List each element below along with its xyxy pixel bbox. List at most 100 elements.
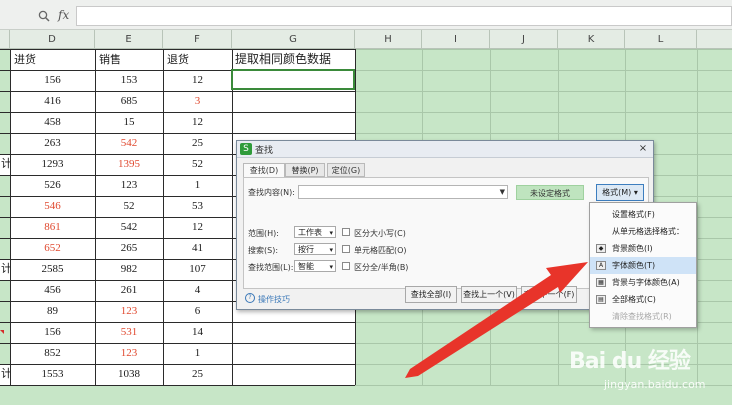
- table-cell-purchase[interactable]: 458: [10, 112, 95, 133]
- table-cell-returns[interactable]: 3: [163, 91, 232, 112]
- table-cell-purchase[interactable]: 89: [10, 301, 95, 322]
- table-cell-returns[interactable]: 12: [163, 70, 232, 91]
- header-cell-extract[interactable]: 提取相同颜色数据: [232, 49, 355, 70]
- table-cell-sales[interactable]: 1395: [95, 154, 163, 175]
- menu-item[interactable]: A 字体颜色(T): [590, 257, 696, 274]
- table-cell-purchase[interactable]: 2585: [10, 259, 95, 280]
- table-cell-sales[interactable]: 542: [95, 133, 163, 154]
- match-cell-checkbox[interactable]: [342, 245, 350, 253]
- table-cell-sales[interactable]: 261: [95, 280, 163, 301]
- formula-input[interactable]: [76, 6, 732, 26]
- table-cell-sales[interactable]: 531: [95, 322, 163, 343]
- table-cell-purchase[interactable]: 156: [10, 70, 95, 91]
- find-all-button[interactable]: 查找全部(I): [405, 286, 457, 303]
- table-cell-returns[interactable]: 41: [163, 238, 232, 259]
- table-cell-sales[interactable]: 685: [95, 91, 163, 112]
- column-header-h[interactable]: H: [355, 30, 422, 49]
- lookin-select[interactable]: 智能 ▾: [294, 260, 336, 272]
- table-cell-returns[interactable]: 1: [163, 343, 232, 364]
- column-header-j[interactable]: J: [490, 30, 558, 49]
- table-cell-returns[interactable]: 53: [163, 196, 232, 217]
- table-cell-returns[interactable]: 52: [163, 154, 232, 175]
- table-cell-returns[interactable]: 12: [163, 217, 232, 238]
- table-cell-returns[interactable]: 6: [163, 301, 232, 322]
- table-cell-sales[interactable]: 542: [95, 217, 163, 238]
- row-label-fragment[interactable]: 计: [0, 364, 12, 385]
- column-header-fragment[interactable]: [0, 30, 10, 49]
- table-cell-extract[interactable]: [232, 364, 355, 385]
- search-select[interactable]: 按行 ▾: [294, 243, 336, 255]
- table-border-line: [0, 385, 355, 386]
- chevron-down-icon: ▾: [329, 263, 333, 271]
- chevron-down-icon[interactable]: ▼: [500, 188, 505, 196]
- table-cell-returns[interactable]: 4: [163, 280, 232, 301]
- table-cell-sales[interactable]: 982: [95, 259, 163, 280]
- table-cell-returns[interactable]: 107: [163, 259, 232, 280]
- table-cell-returns[interactable]: 25: [163, 133, 232, 154]
- header-cell-sales[interactable]: 销售: [95, 49, 163, 70]
- tab-replace[interactable]: 替换(P): [285, 163, 325, 177]
- table-cell-returns[interactable]: 25: [163, 364, 232, 385]
- wps-logo-icon: S: [240, 143, 252, 155]
- table-cell-returns[interactable]: 12: [163, 112, 232, 133]
- tab-find[interactable]: 查找(D): [243, 163, 285, 178]
- find-input[interactable]: ▼: [298, 185, 508, 199]
- dialog-titlebar[interactable]: S 查找 ×: [237, 141, 653, 158]
- table-cell-purchase[interactable]: 1553: [10, 364, 95, 385]
- tab-goto[interactable]: 定位(G): [327, 163, 365, 177]
- selected-cell-g2[interactable]: [231, 69, 355, 90]
- table-cell-purchase[interactable]: 526: [10, 175, 95, 196]
- find-prev-button[interactable]: 查找上一个(V): [461, 286, 517, 303]
- column-header-g[interactable]: G: [232, 30, 355, 49]
- header-cell-purchase[interactable]: 进货: [10, 49, 95, 70]
- table-cell-extract[interactable]: [232, 343, 355, 364]
- menu-item[interactable]: 设置格式(F): [590, 206, 696, 223]
- column-header-f[interactable]: F: [163, 30, 232, 49]
- table-cell-purchase[interactable]: 456: [10, 280, 95, 301]
- table-cell-purchase[interactable]: 156: [10, 322, 95, 343]
- menu-item[interactable]: ▤ 全部格式(C): [590, 291, 696, 308]
- table-cell-purchase[interactable]: 1293: [10, 154, 95, 175]
- table-cell-sales[interactable]: 123: [95, 343, 163, 364]
- table-cell-sales[interactable]: 123: [95, 301, 163, 322]
- fx-icon[interactable]: fx: [58, 8, 69, 22]
- zoom-icon[interactable]: [38, 10, 50, 22]
- format-button[interactable]: 格式(M) ▾: [596, 184, 644, 201]
- table-cell-returns[interactable]: 1: [163, 175, 232, 196]
- table-cell-purchase[interactable]: 416: [10, 91, 95, 112]
- row-label-fragment[interactable]: 计: [0, 154, 12, 175]
- tips-link[interactable]: 操作技巧: [258, 294, 290, 305]
- table-cell-returns[interactable]: 14: [163, 322, 232, 343]
- table-cell-sales[interactable]: 265: [95, 238, 163, 259]
- column-header-i[interactable]: I: [422, 30, 490, 49]
- header-cell-returns[interactable]: 退货: [163, 49, 232, 70]
- menu-item[interactable]: ▦ 背景与字体颜色(A): [590, 274, 696, 291]
- find-next-button[interactable]: 查找下一个(F): [521, 286, 577, 303]
- close-icon[interactable]: ×: [637, 143, 649, 155]
- table-cell-purchase[interactable]: 263: [10, 133, 95, 154]
- table-cell-sales[interactable]: 15: [95, 112, 163, 133]
- dialog-title: 查找: [255, 146, 274, 156]
- menu-item[interactable]: ◆ 背景颜色(I): [590, 240, 696, 257]
- column-header-e[interactable]: E: [95, 30, 163, 49]
- column-header-k[interactable]: K: [558, 30, 625, 49]
- table-cell-sales[interactable]: 52: [95, 196, 163, 217]
- column-header-l[interactable]: L: [625, 30, 697, 49]
- row-label-fragment[interactable]: 计: [0, 259, 12, 280]
- table-cell-extract[interactable]: [232, 322, 355, 343]
- table-cell-sales[interactable]: 1038: [95, 364, 163, 385]
- match-width-checkbox[interactable]: [342, 262, 350, 270]
- column-header-d[interactable]: D: [10, 30, 95, 49]
- table-cell-purchase[interactable]: 652: [10, 238, 95, 259]
- help-icon[interactable]: ?: [245, 293, 255, 303]
- scope-select[interactable]: 工作表 ▾: [294, 226, 336, 238]
- table-cell-sales[interactable]: 123: [95, 175, 163, 196]
- table-cell-extract[interactable]: [232, 112, 355, 133]
- table-cell-purchase[interactable]: 861: [10, 217, 95, 238]
- table-cell-purchase[interactable]: 546: [10, 196, 95, 217]
- table-border-line: [163, 49, 164, 385]
- table-cell-sales[interactable]: 153: [95, 70, 163, 91]
- table-cell-extract[interactable]: [232, 91, 355, 112]
- table-cell-purchase[interactable]: 852: [10, 343, 95, 364]
- match-case-checkbox[interactable]: [342, 228, 350, 236]
